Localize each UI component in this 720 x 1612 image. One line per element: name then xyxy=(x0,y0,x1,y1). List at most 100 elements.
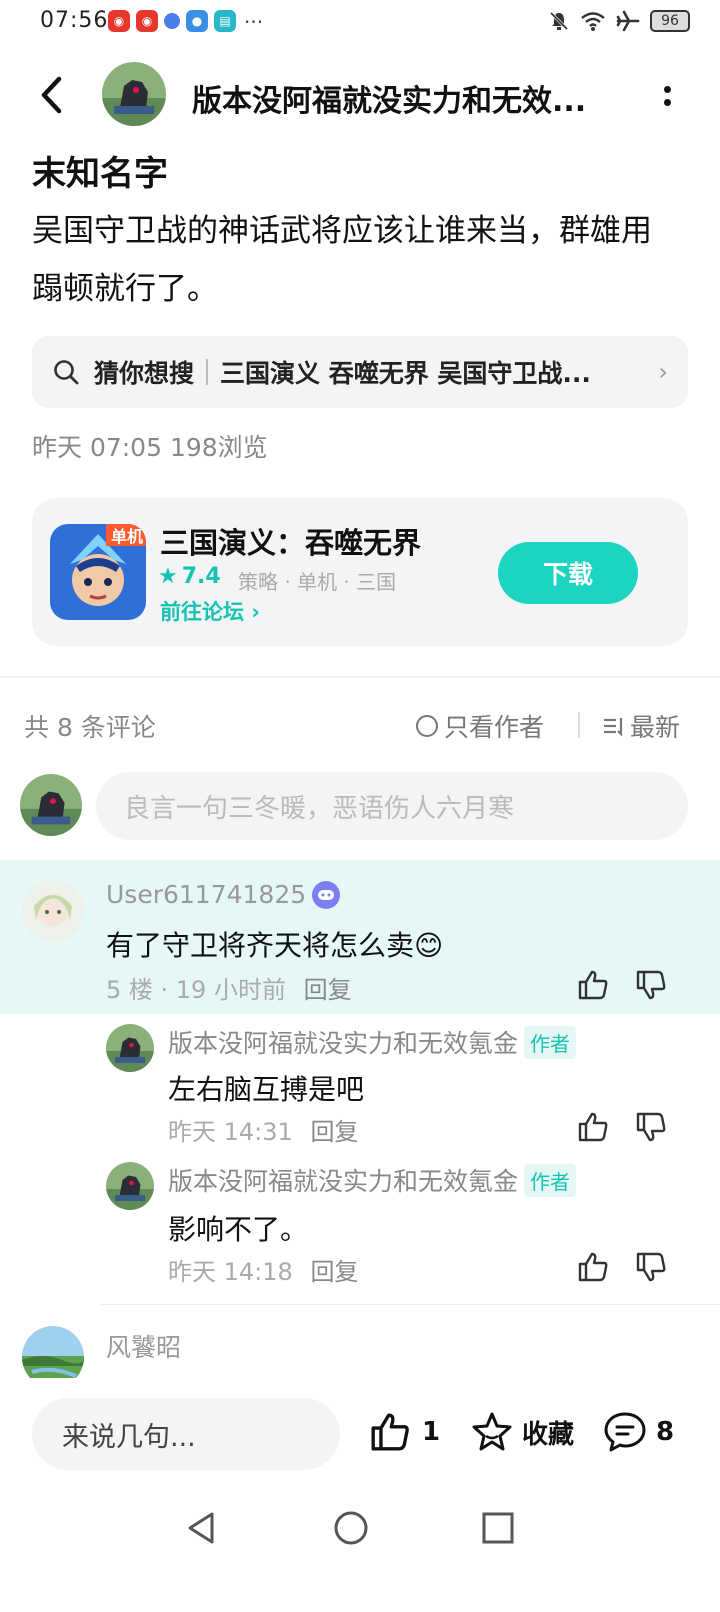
quick-comment-input[interactable]: 来说几句... xyxy=(32,1398,340,1470)
app-rating: ★ 7.4 xyxy=(158,564,221,589)
comment-text: 有了守卫将齐天将怎么卖😊 xyxy=(106,924,443,964)
thumbs-down-icon[interactable] xyxy=(634,968,668,1002)
avatar-image xyxy=(20,774,82,836)
comment-bubble-icon xyxy=(604,1412,646,1452)
comments-button[interactable]: 8 xyxy=(602,1410,674,1454)
reply-button[interactable]: 回复 xyxy=(310,1118,358,1146)
mute-bell-icon xyxy=(549,11,569,31)
only-author-label: 只看作者 xyxy=(444,713,545,742)
comment-floor-time: 5 楼 · 19 小时前 xyxy=(106,976,286,1004)
status-right: 96 xyxy=(548,10,690,32)
comment-input[interactable]: 良言一句三冬暖，恶语伤人六月寒 xyxy=(96,772,688,840)
sort-icon xyxy=(604,718,623,737)
section-divider xyxy=(0,676,720,678)
comment-user-row: User611741825 xyxy=(106,880,341,909)
commenter-avatar[interactable] xyxy=(22,880,84,942)
back-button[interactable] xyxy=(30,70,74,120)
status-time: 07:56 xyxy=(40,8,109,33)
star-icon xyxy=(472,1412,512,1451)
author-badge: 作者 xyxy=(524,1163,577,1197)
post-body: 吴国守卫战的神话武将应该让谁来当，群雄用蹋顿就行了。 xyxy=(32,213,652,307)
thumbs-up-icon[interactable] xyxy=(576,1250,610,1284)
author-avatar[interactable] xyxy=(102,62,166,126)
reply-text: 左右脑互搏是吧 xyxy=(168,1073,365,1106)
reply-avatar[interactable] xyxy=(106,1162,154,1210)
radio-icon xyxy=(416,715,438,737)
post-title: 末知名字 xyxy=(32,154,168,194)
thumbs-down-icon[interactable] xyxy=(634,1110,668,1144)
go-to-forum-link[interactable]: 前往论坛 › xyxy=(160,596,260,626)
wifi-icon xyxy=(581,12,605,31)
rating-value: 7.4 xyxy=(181,564,221,589)
author-badge: 作者 xyxy=(524,1025,577,1059)
airplane-icon xyxy=(616,10,640,32)
reply-avatar[interactable] xyxy=(106,1024,154,1072)
post-meta: 昨天 07:05 198浏览 xyxy=(32,433,268,462)
gamepad-icon xyxy=(318,889,335,900)
reply-username[interactable]: 版本没阿福就没实力和无效氪金 xyxy=(168,1162,518,1198)
app-icon: ● xyxy=(186,10,208,32)
reply-user-row: 版本没阿福就没实力和无效氪金 作者 xyxy=(168,1162,577,1198)
comment-body: 有了守卫将齐天将怎么卖 xyxy=(106,929,415,962)
app-icon xyxy=(164,13,180,29)
favorite-button[interactable]: 收藏 xyxy=(470,1410,574,1454)
search-icon xyxy=(54,360,79,385)
avatar-image xyxy=(22,880,84,942)
more-notifications: ··· xyxy=(244,10,264,34)
comment-meta: 5 楼 · 19 小时前 回复 xyxy=(106,970,352,1005)
avatar-image xyxy=(102,62,166,126)
thumbs-up-icon[interactable] xyxy=(576,968,610,1002)
favorite-label: 收藏 xyxy=(522,1419,575,1450)
weibo-icon: ◉ xyxy=(108,10,130,32)
star-icon: ★ xyxy=(158,564,178,589)
search-suggestion-bar[interactable]: 猜你想搜 三国演义 吞噬无界 吴国守卫战... › xyxy=(32,336,688,408)
comment-username[interactable]: 风饕昭 xyxy=(106,1328,181,1364)
reply-meta: 昨天 14:18 回复 xyxy=(168,1252,358,1287)
weibo-icon: ◉ xyxy=(136,10,158,32)
comment-divider xyxy=(100,1304,720,1305)
reply-time: 昨天 14:18 xyxy=(168,1258,293,1286)
app-card[interactable]: 单机 三国演义：吞噬无界 ★ 7.4 策略 · 单机 · 三国 前往论坛 › 下… xyxy=(32,498,688,646)
divider xyxy=(206,359,209,385)
suggestion-text: 三国演义 吞噬无界 吴国守卫战... xyxy=(220,359,591,388)
nav-back-icon[interactable] xyxy=(184,1508,218,1548)
dot-icon xyxy=(663,86,671,93)
smile-emoji: 😊 xyxy=(414,929,444,962)
reply-button[interactable]: 回复 xyxy=(304,976,352,1004)
download-button[interactable]: 下载 xyxy=(498,542,638,604)
comment-total: 8 xyxy=(656,1417,675,1447)
comment-username[interactable]: User611741825 xyxy=(106,880,306,909)
app-tags: 策略 · 单机 · 三国 xyxy=(238,570,397,594)
sort-button[interactable]: 最新 xyxy=(602,708,680,744)
like-count: 1 xyxy=(422,1417,441,1447)
avatar-image xyxy=(106,1162,154,1210)
app-name: 三国演义：吞噬无界 xyxy=(160,526,422,560)
suggestion-label: 猜你想搜 xyxy=(94,359,195,388)
reply-meta: 昨天 14:31 回复 xyxy=(168,1112,358,1147)
thumbs-up-icon[interactable] xyxy=(576,1110,610,1144)
gamepad-badge-icon xyxy=(312,880,341,909)
reply-time: 昨天 14:31 xyxy=(168,1118,293,1146)
thumbs-up-icon xyxy=(371,1413,409,1451)
dot-icon xyxy=(663,99,671,106)
reply-button[interactable]: 回复 xyxy=(310,1258,358,1286)
sort-label: 最新 xyxy=(630,713,681,742)
reply-username[interactable]: 版本没阿福就没实力和无效氪金 xyxy=(168,1024,518,1060)
status-bar: 07:56 ◉ ◉ ● ▤ ··· 96 xyxy=(0,0,720,48)
battery-indicator: 96 xyxy=(650,10,690,32)
thumbs-down-icon[interactable] xyxy=(634,1250,668,1284)
back-arrow-icon xyxy=(41,76,62,114)
nav-home-icon[interactable] xyxy=(332,1508,370,1548)
chevron-right-icon: › xyxy=(658,358,668,386)
like-button[interactable]: 1 xyxy=(368,1410,440,1454)
reply-user-row: 版本没阿福就没实力和无效氪金 作者 xyxy=(168,1024,577,1060)
comment-count: 共 8 条评论 xyxy=(24,713,156,742)
icon-banner: 单机 xyxy=(110,527,143,546)
nav-recent-apps-icon[interactable] xyxy=(480,1508,516,1548)
page-title: 版本没阿福就没实力和无效... xyxy=(192,84,587,119)
reply-text: 影响不了。 xyxy=(168,1213,309,1246)
my-avatar xyxy=(20,774,82,836)
more-options-button[interactable] xyxy=(652,78,682,114)
avatar-image xyxy=(106,1024,154,1072)
only-author-toggle[interactable]: 只看作者 xyxy=(416,708,544,744)
